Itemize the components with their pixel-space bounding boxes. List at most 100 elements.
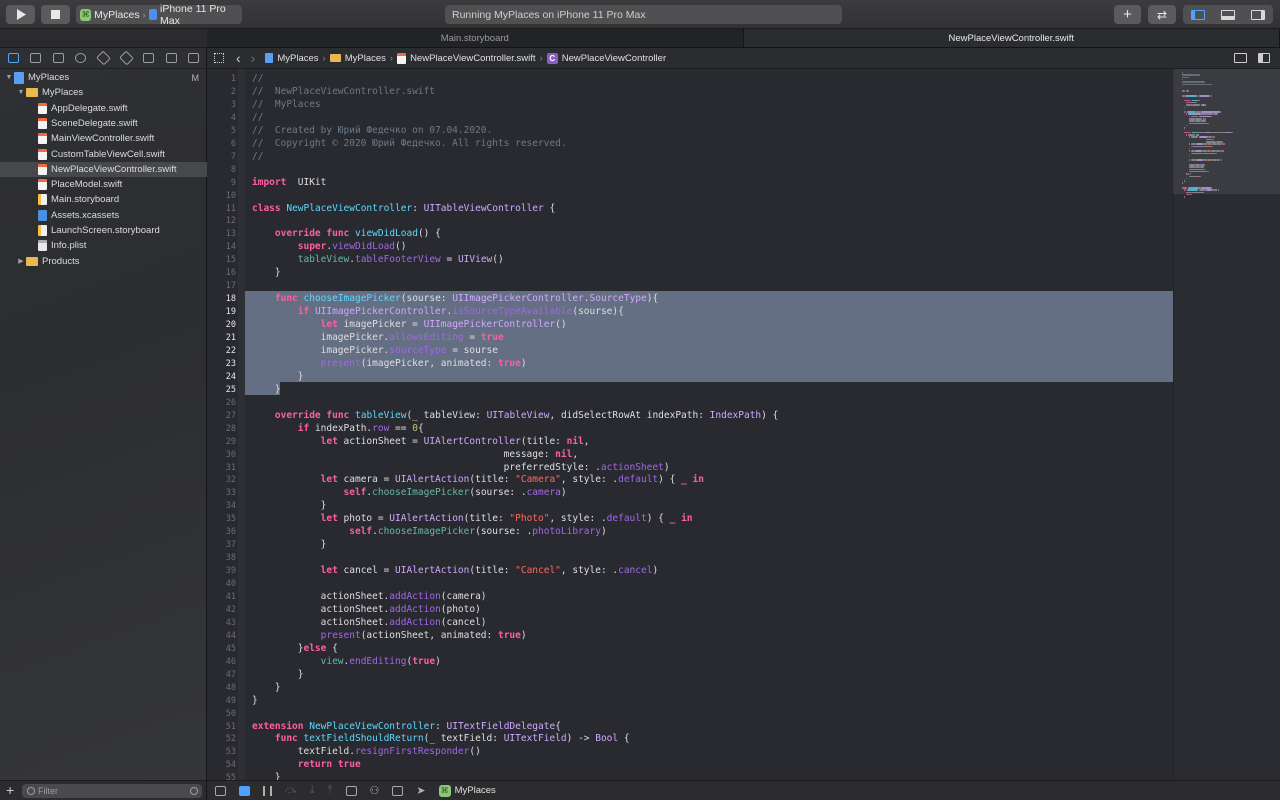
breadcrumb-group[interactable]: MyPlaces bbox=[329, 53, 386, 64]
file-tree-row[interactable]: LaunchScreen.storyboard bbox=[0, 223, 234, 238]
line-number: 11 bbox=[225, 203, 236, 214]
debug-scheme[interactable]: ⌘ MyPlaces bbox=[438, 784, 496, 797]
code-token: , style: . bbox=[560, 474, 619, 486]
file-tree-row[interactable]: SceneDelegate.swift bbox=[0, 116, 234, 131]
grid-icon[interactable] bbox=[214, 53, 224, 63]
breakpoints-toggle-icon[interactable] bbox=[239, 785, 250, 796]
back-icon[interactable]: ‹ bbox=[236, 50, 241, 66]
navigator-toggle-icon[interactable] bbox=[1191, 9, 1205, 20]
code-token: () bbox=[395, 241, 407, 253]
code-line: let photo = UIAlertAction(title: "Photo"… bbox=[252, 512, 693, 525]
file-tree-row[interactable]: Assets.xcassetsM bbox=[0, 208, 234, 223]
code-line: } bbox=[252, 266, 281, 279]
step-out-icon[interactable]: ⤒ bbox=[328, 784, 333, 797]
view-hierarchy-icon[interactable] bbox=[345, 785, 357, 796]
plus-icon[interactable]: + bbox=[6, 782, 14, 798]
step-into-icon[interactable]: ⤓ bbox=[310, 784, 315, 797]
library-button[interactable]: + bbox=[1114, 5, 1141, 24]
clock-icon[interactable] bbox=[190, 787, 198, 795]
source-control-icon[interactable] bbox=[30, 53, 42, 63]
pause-icon[interactable] bbox=[263, 785, 272, 796]
code-token: if bbox=[297, 306, 310, 318]
breadcrumb-project[interactable]: MyPlaces bbox=[265, 53, 319, 64]
code-token: () bbox=[469, 746, 481, 758]
folder-icon[interactable] bbox=[7, 53, 19, 63]
inspector-toggle-icon[interactable] bbox=[1251, 9, 1265, 20]
filter-icon bbox=[27, 787, 35, 795]
tab-newplaceviewcontroller[interactable]: NewPlaceViewController.swift bbox=[743, 29, 1280, 47]
file-tree-row[interactable]: Info.plist bbox=[0, 238, 234, 253]
chevron-right-icon: › bbox=[389, 52, 394, 64]
warning-icon[interactable] bbox=[96, 50, 111, 66]
tab-main-storyboard[interactable]: Main.storyboard bbox=[207, 29, 744, 47]
minimap-viewport[interactable] bbox=[1173, 69, 1280, 194]
scheme-selector[interactable]: ⌘ MyPlaces › iPhone 11 Pro Max bbox=[76, 3, 242, 27]
search-icon[interactable] bbox=[75, 53, 87, 63]
debug-icon[interactable] bbox=[143, 53, 155, 63]
code-token: ) { bbox=[658, 474, 682, 486]
stop-button[interactable] bbox=[41, 5, 70, 24]
window-toolbar: ⌘ MyPlaces › iPhone 11 Pro Max Running M… bbox=[0, 0, 1280, 29]
file-label: Products bbox=[42, 255, 80, 267]
code-line: }else { bbox=[252, 642, 338, 655]
source-editor[interactable]: //// NewPlaceViewController.swift// MyPl… bbox=[245, 69, 1173, 780]
environment-overrides-icon[interactable] bbox=[392, 785, 404, 796]
line-number: 52 bbox=[225, 734, 236, 745]
breadcrumb-file[interactable]: NewPlaceViewController.swift bbox=[397, 52, 536, 64]
disclosure-open-icon[interactable]: ▼ bbox=[16, 89, 26, 96]
line-number: 23 bbox=[225, 358, 236, 369]
code-token: } bbox=[252, 642, 304, 654]
file-tree-row[interactable]: ▼ MyPlaces M bbox=[0, 70, 210, 85]
file-label: MyPlaces bbox=[42, 87, 84, 99]
debug-toggle-icon[interactable] bbox=[1221, 9, 1235, 20]
step-over-icon[interactable]: ⤼ bbox=[285, 784, 297, 797]
project-navigator: ▼ MyPlaces M ▼ MyPlaces AppDelegate.swift Scen… bbox=[0, 48, 234, 780]
hide-debug-area-icon[interactable] bbox=[215, 785, 226, 796]
file-tree-row[interactable]: CustomTableViewCell.swift bbox=[0, 147, 234, 162]
code-line: class NewPlaceViewController: UITableVie… bbox=[252, 202, 555, 215]
code-token: "Photo" bbox=[509, 513, 550, 525]
file-tree-row[interactable]: PlaceModel.swiftA bbox=[0, 177, 234, 192]
disclosure-closed-icon[interactable]: ▶ bbox=[16, 257, 26, 265]
file-tree-row[interactable]: Main.storyboardM bbox=[0, 192, 234, 207]
split-editor-icon[interactable] bbox=[1258, 53, 1270, 63]
file-tree-row[interactable]: MainViewController.swiftM bbox=[0, 131, 234, 146]
run-button[interactable] bbox=[6, 5, 35, 24]
line-number: 22 bbox=[225, 345, 236, 356]
file-tree-row[interactable]: AppDelegate.swift bbox=[0, 101, 234, 116]
filter-field[interactable]: Filter bbox=[22, 784, 202, 798]
app-icon: ⌘ bbox=[80, 8, 92, 21]
code-token: tableView bbox=[355, 409, 407, 421]
code-line: // bbox=[252, 72, 263, 85]
code-token: (title: bbox=[469, 474, 516, 486]
test-icon[interactable] bbox=[118, 50, 134, 66]
file-tree-row[interactable]: ▶ Products bbox=[0, 254, 222, 269]
file-tree-row[interactable]: NewPlaceViewController.swiftA bbox=[0, 161, 234, 177]
code-line: } bbox=[252, 694, 258, 707]
code-token: actionSheet = bbox=[337, 435, 424, 447]
code-token: ){ bbox=[646, 293, 659, 305]
location-icon[interactable]: ➤ bbox=[416, 784, 425, 797]
line-number: 42 bbox=[225, 604, 236, 615]
disclosure-open-icon[interactable]: ▼ bbox=[4, 74, 14, 81]
code-review-button[interactable]: ⇄ bbox=[1148, 5, 1176, 24]
code-token: actionSheet. bbox=[252, 591, 390, 602]
line-number: 19 bbox=[225, 307, 236, 318]
memory-graph-icon[interactable]: ⚇ bbox=[370, 784, 380, 797]
code-token: NewPlaceViewController bbox=[309, 720, 436, 732]
forward-icon[interactable]: › bbox=[251, 50, 256, 66]
code-token: UITextFieldDelegate bbox=[446, 720, 556, 732]
plus-icon: + bbox=[1123, 6, 1132, 23]
report-icon[interactable] bbox=[188, 53, 200, 63]
breadcrumb-symbol[interactable]: C NewPlaceViewController bbox=[546, 52, 666, 64]
breakpoint-icon[interactable] bbox=[165, 53, 177, 63]
file-tree-row[interactable]: ▼ MyPlaces bbox=[0, 85, 222, 100]
file-label: Assets.xcassets bbox=[51, 209, 120, 221]
file-label: LaunchScreen.storyboard bbox=[51, 225, 160, 236]
adjust-editor-icon[interactable] bbox=[1234, 53, 1247, 63]
line-number: 5 bbox=[230, 125, 236, 136]
symbol-icon[interactable] bbox=[52, 53, 64, 63]
code-token: } bbox=[252, 500, 327, 512]
